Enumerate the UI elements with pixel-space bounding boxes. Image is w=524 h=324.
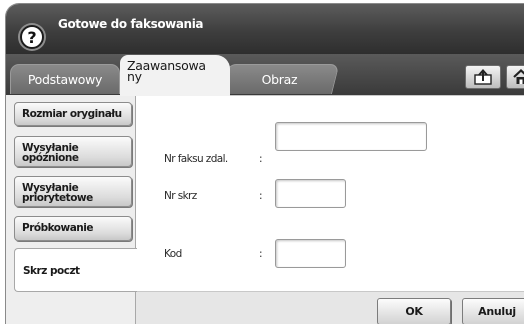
mailbox-form: Nr faksu zdal. : Nr skrz : Kod : (136, 95, 524, 291)
home-icon (513, 69, 524, 84)
sidebar-item-polling[interactable]: Próbkowanie (14, 216, 132, 241)
tab-bar: Podstawowy Obraz Zaawansowa ny (6, 54, 524, 96)
tab-basic[interactable]: Podstawowy (10, 64, 120, 94)
tab-advanced[interactable]: Zaawansowa ny (120, 55, 230, 96)
remote-fax-number-field[interactable] (275, 122, 427, 151)
back-button[interactable] (465, 65, 501, 89)
cancel-button[interactable]: Anuluj (462, 298, 524, 324)
status-title: Gotowe do faksowania (58, 17, 204, 31)
tab-image-label: Obraz (261, 72, 298, 87)
passcode-field[interactable] (275, 239, 346, 268)
sidebar-item-delayed-send[interactable]: Wysyłanie opóźnione (14, 136, 132, 167)
remote-fax-number-separator: : (259, 153, 263, 165)
passcode-separator: : (259, 248, 263, 260)
ok-button[interactable]: OK (377, 298, 451, 324)
mailbox-number-label: Nr skrz (164, 190, 197, 202)
mailbox-number-separator: : (259, 190, 263, 202)
remote-fax-number-label: Nr faksu zdal. (164, 153, 228, 165)
action-bar: OK Anuluj (136, 291, 524, 324)
help-icon[interactable]: ? (20, 25, 44, 49)
mailbox-number-field[interactable] (275, 179, 346, 208)
sidebar-item-priority-send[interactable]: Wysyłanie priorytetowe (14, 176, 132, 207)
back-icon (474, 69, 492, 85)
options-sidebar: Rozmiar oryginału Wysyłanie opóźnione Wy… (6, 95, 137, 324)
title-bar: ? Gotowe do faksowania (6, 4, 524, 54)
passcode-label: Kod (164, 248, 182, 260)
home-button[interactable] (506, 65, 524, 89)
sidebar-item-mailbox[interactable]: Skrz poczt (14, 248, 137, 292)
tab-image[interactable]: Obraz (220, 64, 340, 94)
fax-window: ? Gotowe do faksowania Podstawowy Obraz … (5, 3, 524, 324)
sidebar-item-original-size[interactable]: Rozmiar oryginału (14, 102, 132, 126)
